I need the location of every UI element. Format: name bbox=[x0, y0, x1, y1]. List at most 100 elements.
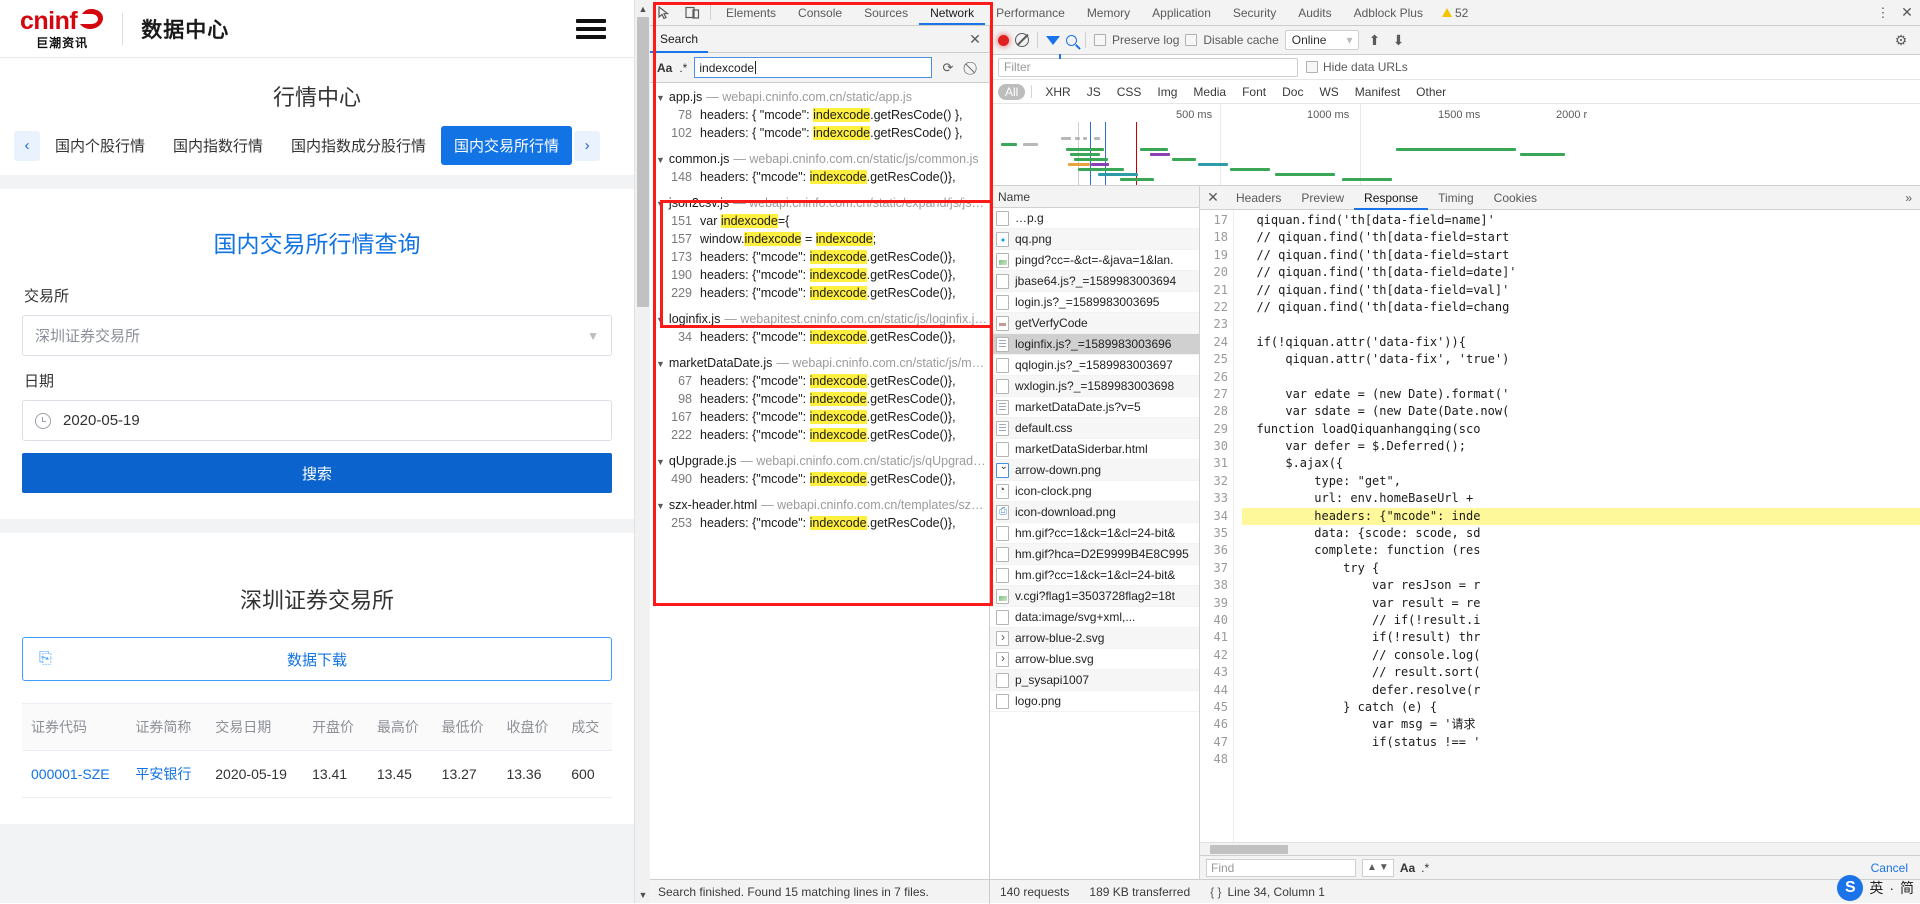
code-line[interactable]: var result = re bbox=[1242, 595, 1920, 612]
code-line[interactable]: if(status !== ' bbox=[1242, 734, 1920, 751]
request-row[interactable]: hm.gif?cc=1&ck=1&cl=24-bit& bbox=[990, 565, 1199, 586]
scroll-up-icon[interactable]: ▲ bbox=[635, 0, 650, 17]
filter-icon[interactable] bbox=[1046, 35, 1061, 59]
pretty-print-icon[interactable]: { } bbox=[1210, 885, 1221, 899]
nav-tab-0[interactable]: 国内个股行情 bbox=[42, 126, 158, 165]
type-filter-all[interactable]: All bbox=[998, 83, 1026, 100]
code-line[interactable]: var msg = '请求 bbox=[1242, 716, 1920, 733]
chevron-down-icon[interactable]: ▼ bbox=[656, 457, 665, 467]
request-row[interactable]: wxlogin.js?_=1589983003698 bbox=[990, 376, 1199, 397]
request-row-selected[interactable]: loginfix.js?_=1589983003696 bbox=[990, 334, 1199, 355]
code-line[interactable]: // qiquan.find('th[data-field=chang bbox=[1242, 299, 1920, 316]
chevron-down-icon[interactable]: ▼ bbox=[656, 315, 665, 325]
find-nav[interactable]: ▲ ▼ bbox=[1362, 858, 1394, 877]
page-scrollbar[interactable]: ▲ ▼ bbox=[634, 0, 650, 903]
find-match-case-button[interactable]: Aa bbox=[1400, 861, 1415, 875]
find-input[interactable]: Find bbox=[1206, 858, 1356, 877]
code-line[interactable]: // qiquan.find('th[data-field=date]' bbox=[1242, 264, 1920, 281]
detail-tab-cookies[interactable]: Cookies bbox=[1484, 186, 1547, 210]
search-result-file[interactable]: ▼ app.js — webapi.cninfo.com.cn/static/a… bbox=[650, 87, 989, 106]
request-row[interactable]: hm.gif?hca=D2E9999B4E8C995 bbox=[990, 544, 1199, 565]
clear-icon[interactable] bbox=[1015, 33, 1029, 47]
code-line[interactable]: } catch (e) { bbox=[1242, 699, 1920, 716]
code-line[interactable]: // qiquan.find('th[data-field=start bbox=[1242, 229, 1920, 246]
search-result-line[interactable]: 78 headers: { "mcode": indexcode.getResCo… bbox=[650, 106, 989, 124]
chevron-right-icon[interactable]: › bbox=[574, 130, 601, 161]
request-row[interactable]: data:image/svg+xml,... bbox=[990, 607, 1199, 628]
chevron-down-icon[interactable]: ▼ bbox=[656, 155, 665, 165]
code-line[interactable]: type: "get", bbox=[1242, 473, 1920, 490]
search-result-line[interactable]: 67 headers: {"mcode": indexcode.getResCod… bbox=[650, 372, 989, 390]
type-filter-manifest[interactable]: Manifest bbox=[1348, 84, 1407, 100]
search-result-file[interactable]: ▼ marketDataDate.js — webapi.cninfo.com.… bbox=[650, 353, 989, 372]
detail-tab-preview[interactable]: Preview bbox=[1291, 186, 1354, 210]
type-filter-doc[interactable]: Doc bbox=[1275, 84, 1310, 100]
request-row[interactable]: logo.png bbox=[990, 691, 1199, 712]
devtools-tab-performance[interactable]: Performance bbox=[985, 0, 1076, 25]
code-lines[interactable]: qiquan.find('th[data-field=name]' // qiq… bbox=[1234, 210, 1920, 842]
detail-tab-timing[interactable]: Timing bbox=[1428, 186, 1484, 210]
search-result-line[interactable]: 34 headers: {"mcode": indexcode.getResCod… bbox=[650, 328, 989, 346]
search-result-line[interactable]: 167 headers: {"mcode": indexcode.getResCo… bbox=[650, 408, 989, 426]
code-line[interactable]: // qiquan.find('th[data-field=val]' bbox=[1242, 282, 1920, 299]
more-options-icon[interactable]: ⋮ bbox=[1872, 5, 1894, 21]
search-button[interactable]: 搜索 bbox=[22, 453, 612, 493]
request-row[interactable]: icon-clock.png bbox=[990, 481, 1199, 502]
regex-button[interactable]: .* bbox=[679, 61, 687, 75]
code-line[interactable]: // console.log( bbox=[1242, 647, 1920, 664]
type-filter-img[interactable]: Img bbox=[1150, 84, 1184, 100]
search-result-line[interactable]: 173 headers: {"mcode": indexcode.getResCo… bbox=[650, 248, 989, 266]
search-result-file[interactable]: ▼ szx-header.html — webapi.cninfo.com.cn… bbox=[650, 495, 989, 514]
request-row[interactable]: hm.gif?cc=1&ck=1&cl=24-bit& bbox=[990, 523, 1199, 544]
device-toolbar-icon[interactable] bbox=[678, 0, 706, 25]
request-name-column-header[interactable]: Name bbox=[990, 186, 1199, 208]
code-line[interactable] bbox=[1242, 751, 1920, 768]
search-results-list[interactable]: ▼ app.js — webapi.cninfo.com.cn/static/a… bbox=[650, 83, 989, 879]
code-line[interactable]: var resJson = r bbox=[1242, 577, 1920, 594]
preserve-log-checkbox[interactable] bbox=[1094, 34, 1106, 46]
date-input[interactable]: 2020-05-19 bbox=[22, 400, 612, 441]
hide-data-urls-checkbox[interactable] bbox=[1306, 61, 1318, 73]
search-result-line[interactable]: 151 var indexcode={ bbox=[650, 212, 989, 230]
request-row[interactable]: marketDataDate.js?v=5 bbox=[990, 397, 1199, 418]
menu-icon[interactable] bbox=[576, 15, 606, 43]
throttling-select[interactable]: Online ▾ bbox=[1284, 30, 1360, 50]
close-icon[interactable]: ✕ bbox=[961, 31, 989, 48]
code-line[interactable]: function loadQiquanhangqing(sco bbox=[1242, 421, 1920, 438]
devtools-tab-audits[interactable]: Audits bbox=[1287, 0, 1342, 25]
search-result-line[interactable]: 102 headers: { "mcode": indexcode.getResC… bbox=[650, 124, 989, 142]
type-filter-other[interactable]: Other bbox=[1409, 84, 1453, 100]
code-line[interactable]: // if(!result.i bbox=[1242, 612, 1920, 629]
search-result-line[interactable]: 148 headers: {"mcode": indexcode.getResCo… bbox=[650, 168, 989, 186]
detail-tab-response[interactable]: Response bbox=[1354, 186, 1428, 210]
devtools-tab-console[interactable]: Console bbox=[787, 0, 853, 25]
type-filter-font[interactable]: Font bbox=[1235, 84, 1273, 100]
scrollbar-thumb[interactable] bbox=[637, 17, 649, 307]
import-har-icon[interactable]: ⬆ bbox=[1365, 32, 1383, 49]
code-line[interactable]: // qiquan.find('th[data-field=start bbox=[1242, 247, 1920, 264]
cancel-button[interactable]: Cancel bbox=[1865, 861, 1914, 875]
type-filter-js[interactable]: JS bbox=[1080, 84, 1108, 100]
code-line[interactable]: // result.sort( bbox=[1242, 664, 1920, 681]
cell-code[interactable]: 000001-SZE bbox=[22, 750, 127, 798]
search-result-file[interactable]: ▼ loginfix.js — webapitest.cninfo.com.cn… bbox=[650, 309, 989, 328]
detail-tab-headers[interactable]: Headers bbox=[1226, 186, 1291, 210]
hide-data-urls-wrap[interactable]: Hide data URLs bbox=[1306, 60, 1408, 74]
request-row[interactable]: jbase64.js?_=1589983003694 bbox=[990, 271, 1199, 292]
request-row[interactable]: default.css bbox=[990, 418, 1199, 439]
search-result-line[interactable]: 222 headers: {"mcode": indexcode.getResCo… bbox=[650, 426, 989, 444]
search-result-line[interactable]: 98 headers: {"mcode": indexcode.getResCod… bbox=[650, 390, 989, 408]
code-line[interactable]: var edate = (new Date).format(' bbox=[1242, 386, 1920, 403]
type-filter-xhr[interactable]: XHR bbox=[1038, 84, 1077, 100]
devtools-tab-network[interactable]: Network bbox=[919, 0, 985, 25]
find-regex-button[interactable]: .* bbox=[1421, 861, 1429, 875]
request-rows[interactable]: …p.g qq.png pingd?cc=-&ct=-&java=1&lan. … bbox=[990, 208, 1199, 879]
cell-name[interactable]: 平安银行 bbox=[126, 750, 207, 798]
code-line[interactable]: qiquan.attr('data-fix', 'true') bbox=[1242, 351, 1920, 368]
chevron-down-icon[interactable]: ▼ bbox=[656, 359, 665, 369]
search-result-line[interactable]: 253 headers: {"mcode": indexcode.getResCo… bbox=[650, 514, 989, 532]
code-line[interactable]: if(!result) thr bbox=[1242, 629, 1920, 646]
nav-tab-3[interactable]: 国内交易所行情 bbox=[441, 126, 573, 165]
scroll-down-icon[interactable]: ▼ bbox=[635, 886, 650, 903]
record-button-icon[interactable] bbox=[998, 34, 1009, 46]
